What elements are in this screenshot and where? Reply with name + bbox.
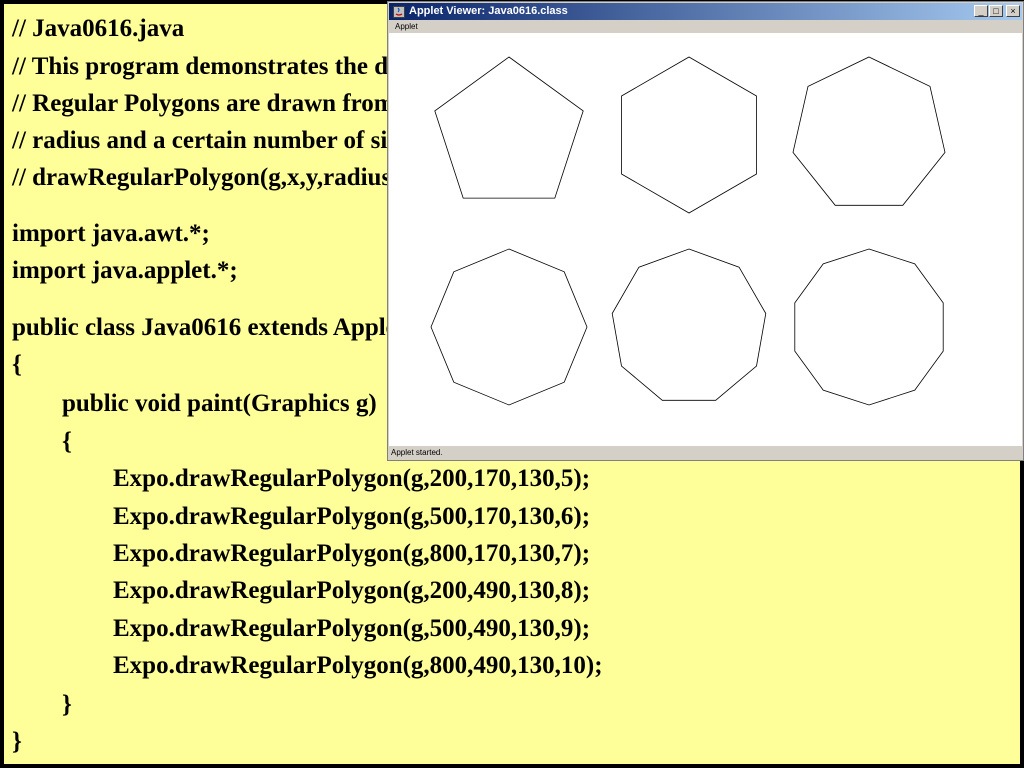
minimize-button[interactable]: _ — [974, 5, 988, 17]
maximize-button[interactable]: □ — [989, 5, 1003, 17]
regular-polygon-10-sides — [794, 248, 944, 406]
code-import-line: import java.awt.*; — [12, 220, 210, 247]
regular-polygon-6-sides — [621, 56, 757, 214]
code-statement: Expo.drawRegularPolygon(g,500,490,130,9)… — [113, 615, 591, 642]
polygon-drawing — [430, 56, 946, 406]
regular-polygon-5-sides — [434, 56, 584, 199]
status-text: Applet started. — [391, 448, 443, 457]
menu-bar: Applet — [389, 20, 1022, 33]
code-import-line: import java.applet.*; — [12, 257, 238, 284]
applet-canvas — [389, 33, 1022, 446]
code-comment-filename: // Java0616.java — [12, 15, 185, 42]
regular-polygon-9-sides — [611, 248, 767, 401]
code-statement: Expo.drawRegularPolygon(g,800,170,130,7)… — [113, 540, 591, 567]
title-bar[interactable]: Applet Viewer: Java0616.class _ □ × — [389, 3, 1022, 20]
regular-polygon-7-sides — [792, 56, 946, 206]
code-brace: { — [62, 428, 72, 455]
status-bar: Applet started. — [389, 446, 1022, 460]
code-method-declaration: public void paint(Graphics g) — [62, 390, 377, 417]
window-title: Applet Viewer: Java0616.class — [409, 5, 568, 17]
regular-polygon-8-sides — [430, 248, 588, 406]
code-statement: Expo.drawRegularPolygon(g,800,490,130,10… — [113, 652, 603, 679]
code-statement: Expo.drawRegularPolygon(g,200,170,130,5)… — [113, 465, 591, 492]
close-button[interactable]: × — [1006, 5, 1020, 17]
code-brace: { — [12, 351, 22, 378]
java-applet-icon — [393, 5, 405, 18]
code-statement: Expo.drawRegularPolygon(g,200,490,130,8)… — [113, 577, 591, 604]
menu-applet[interactable]: Applet — [395, 20, 418, 33]
applet-viewer-window[interactable]: Applet Viewer: Java0616.class _ □ × Appl… — [387, 1, 1024, 461]
code-class-declaration: public class Java0616 extends Applet — [12, 314, 406, 341]
code-brace: } — [62, 691, 72, 718]
code-statement: Expo.drawRegularPolygon(g,500,170,130,6)… — [113, 503, 591, 530]
code-brace: } — [12, 728, 22, 755]
